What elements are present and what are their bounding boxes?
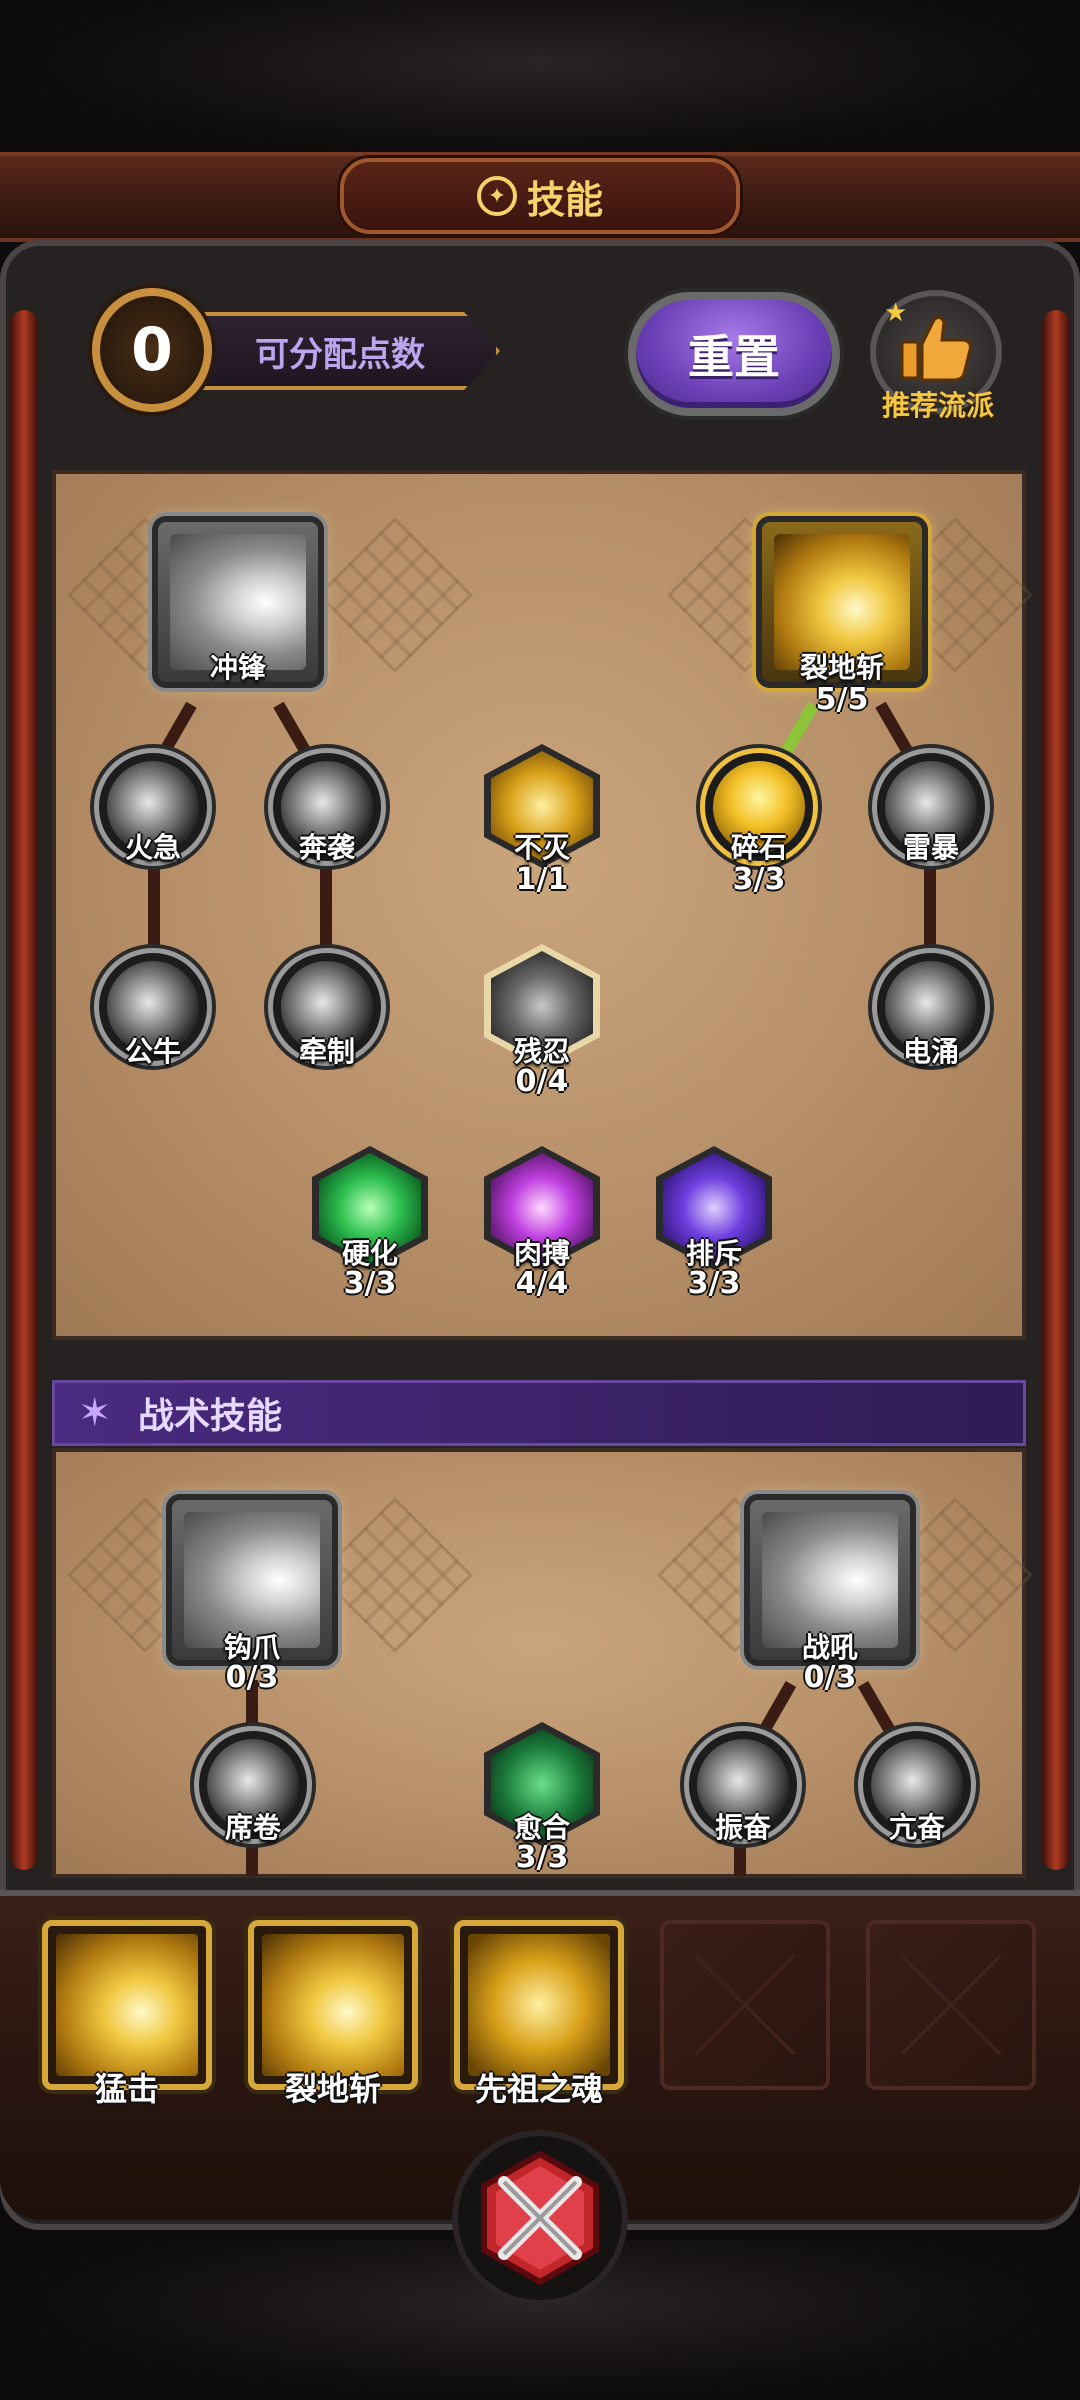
skill-name: 牵制 — [298, 1035, 355, 1068]
gear-emblem-icon: ✦ — [476, 176, 517, 216]
skill-level: 4/4 — [515, 1266, 569, 1301]
skill-level: 1/1 — [515, 862, 569, 897]
skill-level: 3/3 — [687, 1266, 741, 1301]
skill-name: 席卷 — [224, 1811, 281, 1844]
skill-name: 火急 — [124, 831, 181, 864]
skill-name: 裂地斩 — [799, 651, 884, 684]
skill-level: 3/3 — [732, 862, 786, 897]
frame-rail-right — [1042, 310, 1070, 1870]
equipped-slot-empty-4[interactable] — [660, 1920, 830, 2090]
points-label: 可分配点数 — [255, 334, 425, 375]
skill-screen: ✦ 技能 可分配点数 0 重置 ★ 推荐流派 冲锋 裂地斩 5/5 火急 奔袭 … — [0, 0, 1080, 2400]
skill-level: 3/3 — [515, 1840, 569, 1875]
tree-connector — [320, 860, 332, 950]
skill-level: 0/3 — [225, 1660, 279, 1695]
page-title-text: 技能 — [526, 177, 603, 222]
skill-name: 不灭 — [513, 831, 570, 864]
thumbs-up-icon — [900, 315, 972, 382]
equipped-slot-label: 裂地斩 — [284, 2070, 381, 2108]
skill-name: 奔袭 — [298, 831, 355, 864]
skill-name: 碎石 — [730, 831, 787, 864]
skill-name: 亢奋 — [888, 1811, 945, 1844]
equipped-slot-label: 猛击 — [94, 2070, 159, 2108]
tree-connector — [148, 860, 160, 950]
skill-name: 公牛 — [124, 1035, 181, 1068]
skill-name: 振奋 — [714, 1811, 771, 1844]
skill-name: 冲锋 — [209, 651, 266, 684]
skill-level: 5/5 — [815, 682, 869, 717]
points-value: 0 — [131, 315, 173, 385]
page-title: ✦ 技能 — [340, 158, 740, 234]
recommend-star-icon: ★ — [884, 298, 908, 328]
skill-name: 雷暴 — [902, 831, 959, 864]
star-icon: ✶ — [78, 1390, 112, 1436]
frame-rail-left — [10, 310, 38, 1870]
skill-level: 0/3 — [803, 1660, 857, 1695]
tree-connector — [734, 1846, 746, 1876]
skill-level: 3/3 — [343, 1266, 397, 1301]
tree-connector — [246, 1846, 258, 1876]
skill-level: 0/4 — [515, 1064, 569, 1099]
skill-name: 电涌 — [902, 1035, 959, 1068]
top-ornament — [0, 0, 1080, 160]
tree-connector — [924, 860, 936, 950]
equipped-slot-label: 先祖之魂 — [474, 2070, 603, 2108]
equipped-slot-empty-5[interactable] — [866, 1920, 1036, 2090]
reset-button[interactable]: 重置 — [628, 292, 840, 416]
recommend-build-label: 推荐流派 — [881, 389, 994, 422]
tactical-skills-title: 战术技能 — [138, 1396, 283, 1437]
crossed-swords-close-icon[interactable] — [470, 2148, 610, 2288]
